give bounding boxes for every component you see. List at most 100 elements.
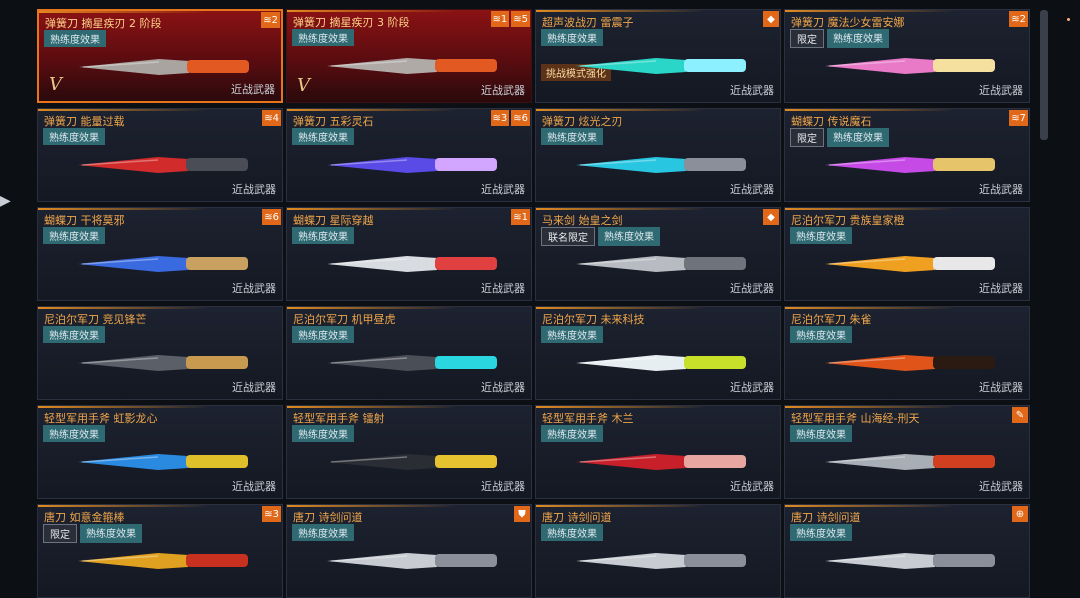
- category-label: 近战武器: [979, 282, 1023, 295]
- weapon-image: [576, 553, 746, 569]
- weapon-image: [327, 256, 497, 272]
- weapon-image: [327, 157, 497, 173]
- weapon-title: 弹簧刀 炫光之刃: [542, 115, 623, 128]
- weapon-title: 尼泊尔军刀 竞见锋芒: [44, 313, 147, 326]
- weapon-card[interactable]: 弹簧刀 摘星疾刃 2 阶段 熟练度效果 V 近战武器 ≋2: [37, 9, 283, 103]
- badge-group: ✎: [1012, 407, 1028, 423]
- weapon-card[interactable]: 尼泊尔军刀 朱雀 熟练度效果 近战武器: [784, 306, 1030, 400]
- weapon-title: 轻型军用手斧 木兰: [542, 412, 634, 425]
- weapon-card[interactable]: 马来剑 始皇之剑 联名限定 熟练度效果 近战武器 ◆: [535, 207, 781, 301]
- badge-group: ≋7: [1009, 110, 1028, 126]
- weapon-title: 蝴蝶刀 干将莫邪: [44, 214, 125, 227]
- weapon-image: [825, 157, 995, 173]
- badge-group: ≋2: [261, 12, 280, 28]
- weapon-card[interactable]: 弹簧刀 摘星疾刃 3 阶段 熟练度效果 V 近战武器 ≋1 ≋5: [286, 9, 532, 103]
- weapon-image: [78, 256, 248, 272]
- weapon-card[interactable]: 轻型军用手斧 镭射 熟练度效果 近战武器: [286, 405, 532, 499]
- left-arrow-icon[interactable]: ▶: [0, 193, 11, 209]
- weapon-card[interactable]: 弹簧刀 能量过载 熟练度效果 近战武器 ≋4: [37, 108, 283, 202]
- corner-badge-icon: ✎: [1012, 407, 1028, 423]
- weapon-title: 轻型军用手斧 镭射: [293, 412, 385, 425]
- weapon-image: [327, 355, 497, 371]
- badge-group: ≋2: [1009, 11, 1028, 27]
- category-label: 近战武器: [979, 84, 1023, 97]
- weapon-title: 唐刀 如意金箍棒: [44, 511, 125, 524]
- weapon-image: [78, 157, 248, 173]
- category-label: 近战武器: [979, 480, 1023, 493]
- weapon-image: [78, 454, 248, 470]
- weapon-card[interactable]: 轻型军用手斧 山海经-刑天 熟练度效果 近战武器 ✎: [784, 405, 1030, 499]
- category-label: 近战武器: [232, 480, 276, 493]
- weapon-card[interactable]: 尼泊尔军刀 竞见锋芒 熟练度效果 近战武器: [37, 306, 283, 400]
- weapon-card[interactable]: 尼泊尔军刀 贵族皇家橙 熟练度效果 近战武器: [784, 207, 1030, 301]
- corner-badge-icon: ≋6: [262, 209, 281, 225]
- weapon-card[interactable]: 弹簧刀 炫光之刃 熟练度效果 近战武器: [535, 108, 781, 202]
- weapon-title: 尼泊尔军刀 未来科技: [542, 313, 645, 326]
- weapon-image: [78, 355, 248, 371]
- category-label: 近战武器: [481, 480, 525, 493]
- weapon-image: [825, 355, 995, 371]
- category-label: 近战武器: [730, 282, 774, 295]
- weapon-image: [825, 58, 995, 74]
- weapon-card[interactable]: 唐刀 诗剑问道 熟练度效果: [535, 504, 781, 598]
- corner-badge-icon: ◆: [763, 11, 779, 27]
- weapon-card[interactable]: 尼泊尔军刀 未来科技 熟练度效果 近战武器: [535, 306, 781, 400]
- weapon-card[interactable]: 弹簧刀 魔法少女雷安娜 限定 熟练度效果 近战武器 ≋2: [784, 9, 1030, 103]
- category-label: 近战武器: [232, 183, 276, 196]
- corner-badge-icon: ◆: [763, 209, 779, 225]
- weapon-title: 马来剑 始皇之剑: [542, 214, 623, 227]
- weapon-card[interactable]: 尼泊尔军刀 机甲昼虎 熟练度效果 近战武器: [286, 306, 532, 400]
- weapon-image: [825, 553, 995, 569]
- corner-badge-icon: ≋7: [1009, 110, 1028, 126]
- weapon-image: [327, 454, 497, 470]
- corner-badge-icon: ≋4: [262, 110, 281, 126]
- category-label: 近战武器: [979, 183, 1023, 196]
- weapon-card[interactable]: 蝴蝶刀 传说魔石 限定 熟练度效果 近战武器 ≋7: [784, 108, 1030, 202]
- badge-group: ⊕: [1012, 506, 1028, 522]
- weapon-title: 超声波战刃 雷震子: [542, 16, 634, 29]
- weapon-card[interactable]: 唐刀 如意金箍棒 限定 熟练度效果 ≋3: [37, 504, 283, 598]
- weapon-image: [327, 58, 497, 74]
- corner-badge-icon: ⊕: [1012, 506, 1028, 522]
- weapon-card[interactable]: 唐刀 诗剑问道 熟练度效果 ⊕: [784, 504, 1030, 598]
- corner-badge-icon: ≋1: [490, 11, 510, 27]
- weapon-image: [576, 157, 746, 173]
- weapon-card[interactable]: 蝴蝶刀 干将莫邪 熟练度效果 近战武器 ≋6: [37, 207, 283, 301]
- weapon-title: 弹簧刀 能量过载: [44, 115, 125, 128]
- badge-group: ◆: [763, 11, 779, 27]
- category-label: 近战武器: [730, 84, 774, 97]
- scrollbar[interactable]: [1040, 10, 1048, 140]
- category-label: 近战武器: [481, 183, 525, 196]
- corner-badge-icon: ≋2: [1009, 11, 1028, 27]
- weapon-grid: 弹簧刀 摘星疾刃 2 阶段 熟练度效果 V 近战武器 ≋2 弹簧刀 摘星疾刃 3 阶段 熟练…: [37, 9, 1030, 598]
- weapon-card[interactable]: 唐刀 诗剑问道 熟练度效果 ⛊: [286, 504, 532, 598]
- weapon-title: 尼泊尔军刀 机甲昼虎: [293, 313, 396, 326]
- corner-badge-icon: ≋6: [511, 110, 530, 126]
- category-label: 近战武器: [481, 282, 525, 295]
- tier-emblem: V: [49, 74, 62, 95]
- weapon-image: [825, 256, 995, 272]
- weapon-card[interactable]: 轻型军用手斧 木兰 熟练度效果 近战武器: [535, 405, 781, 499]
- corner-badge-icon: ≋1: [511, 209, 530, 225]
- weapon-title: 蝴蝶刀 传说魔石: [791, 115, 872, 128]
- weapon-title: 弹簧刀 摘星疾刃 2 阶段: [45, 17, 162, 30]
- weapon-card[interactable]: 超声波战刃 雷震子 熟练度效果 挑战模式强化 近战武器 ◆: [535, 9, 781, 103]
- weapon-card[interactable]: 蝴蝶刀 星际穿越 熟练度效果 近战武器 ≋1: [286, 207, 532, 301]
- badge-group: ≋6: [262, 209, 281, 225]
- category-label: 近战武器: [730, 480, 774, 493]
- tier-emblem: V: [297, 75, 310, 96]
- weapon-title: 唐刀 诗剑问道: [293, 511, 363, 524]
- badge-group: ≋3 ≋6: [490, 110, 530, 126]
- corner-badge-icon: ≋2: [261, 12, 280, 28]
- corner-badge-icon: ⛊: [514, 506, 530, 522]
- weapon-title: 尼泊尔军刀 朱雀: [791, 313, 872, 326]
- weapon-title: 唐刀 诗剑问道: [542, 511, 612, 524]
- weapon-image: [576, 355, 746, 371]
- weapon-card[interactable]: 轻型军用手斧 虹影龙心 熟练度效果 近战武器: [37, 405, 283, 499]
- weapon-title: 弹簧刀 魔法少女雷安娜: [791, 16, 905, 29]
- category-label: 近战武器: [481, 381, 525, 394]
- weapon-card[interactable]: 弹簧刀 五彩灵石 熟练度效果 近战武器 ≋3 ≋6: [286, 108, 532, 202]
- category-label: 近战武器: [231, 83, 275, 96]
- weapon-title: 尼泊尔军刀 贵族皇家橙: [791, 214, 905, 227]
- weapon-title: 轻型军用手斧 虹影龙心: [44, 412, 158, 425]
